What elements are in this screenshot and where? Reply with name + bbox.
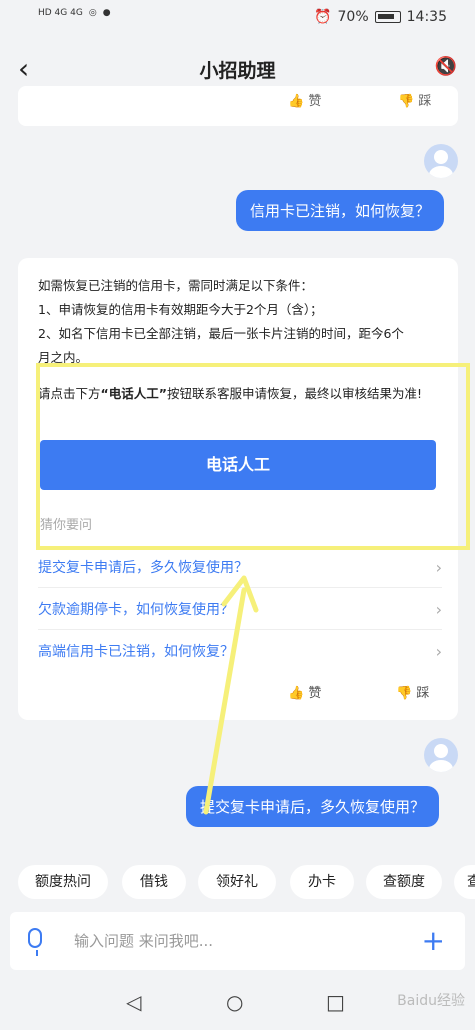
answer-line: 1、申请恢复的信用卡有效期距今大于2个月（含）；	[38, 302, 323, 317]
message-icon: ●	[102, 8, 111, 18]
chip[interactable]: 办卡	[290, 865, 354, 899]
chip[interactable]: 查	[454, 865, 475, 899]
chevron-right-icon: ›	[435, 558, 442, 577]
chevron-right-icon: ›	[435, 642, 442, 661]
previous-answer-card: 👍 赞 👎 踩	[18, 86, 458, 126]
battery-percent: 70%	[337, 9, 369, 25]
wifi-icon: ◎	[88, 8, 97, 18]
chip[interactable]: 查额度	[366, 865, 442, 899]
status-bar: HD 4G 4G ◎ ● ⏰ 70% 14:35	[0, 0, 475, 36]
suggested-question[interactable]: 高端信用卡已注销，如何恢复？ ›	[38, 632, 442, 672]
like-button[interactable]: 👍 赞	[288, 90, 321, 109]
microphone-icon[interactable]	[28, 928, 42, 948]
clock: 14:35	[406, 9, 447, 25]
microphone-stand	[36, 950, 38, 956]
alarm-icon: ⏰	[314, 9, 332, 25]
user-avatar	[424, 144, 458, 178]
answer-conditions: 如需恢复已注销的信用卡，需同时满足以下条件： 1、申请恢复的信用卡有效期距今大于…	[38, 274, 442, 370]
network-indicators: HD 4G 4G ◎ ●	[38, 8, 111, 18]
watermark: Baidu经验	[397, 993, 465, 1009]
dislike-button[interactable]: 👎 踩	[398, 90, 431, 109]
input-bar: +	[10, 912, 465, 970]
user-avatar	[424, 738, 458, 772]
user-message: 信用卡已注销，如何恢复？	[236, 190, 445, 231]
highlight-annotation	[36, 363, 470, 550]
home-circle-icon[interactable]: ○	[226, 990, 243, 1014]
dislike-button[interactable]: 👎 踩	[396, 682, 429, 701]
suggested-question[interactable]: 欠款逾期停卡，如何恢复使用？ ›	[38, 590, 442, 630]
chip[interactable]: 领好礼	[198, 865, 276, 899]
quick-chips: 额度热问 借钱 领好礼 办卡 查额度 查	[0, 865, 475, 905]
recents-square-icon[interactable]: □	[326, 990, 345, 1014]
signal-icon: HD 4G 4G	[38, 8, 83, 18]
back-triangle-icon[interactable]: ◁	[126, 990, 141, 1014]
answer-line: 如需恢复已注销的信用卡，需同时满足以下条件：	[38, 278, 314, 293]
chevron-right-icon: ›	[435, 600, 442, 619]
like-button[interactable]: 👍 赞	[288, 682, 321, 701]
speaker-mute-icon[interactable]: 🔇	[435, 56, 457, 77]
chip[interactable]: 借钱	[122, 865, 186, 899]
status-right: ⏰ 70% 14:35	[314, 9, 447, 25]
thumbs-down-icon: 👎	[396, 686, 413, 701]
suggested-question[interactable]: 提交复卡申请后，多久恢复使用？ ›	[38, 548, 442, 588]
answer-line: 2、如名下信用卡已全部注销，最后一张卡片注销的时间，距今6个	[38, 326, 404, 341]
question-input[interactable]	[74, 926, 394, 956]
thumbs-up-icon: 👍	[288, 686, 305, 701]
battery-icon	[374, 11, 401, 23]
page-title: 小招助理	[199, 60, 276, 82]
plus-icon[interactable]: +	[422, 924, 445, 957]
chip[interactable]: 额度热问	[18, 865, 108, 899]
user-message: 提交复卡申请后，多久恢复使用？	[186, 786, 440, 827]
